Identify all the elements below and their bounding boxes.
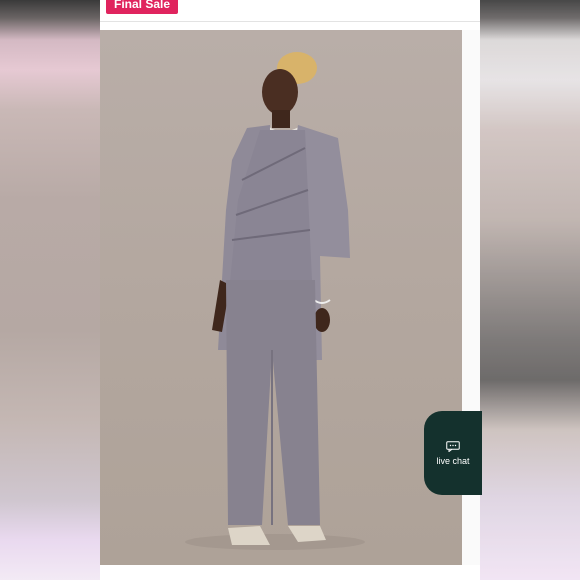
live-chat-button[interactable]: live chat [424, 411, 482, 495]
product-photo[interactable] [100, 30, 462, 565]
final-sale-badge: Final Sale [106, 0, 179, 14]
model-illustration [185, 52, 365, 550]
blurred-backdrop-right [480, 0, 580, 580]
chat-bubble-icon [446, 440, 460, 452]
live-chat-label: live chat [436, 455, 470, 466]
blurred-backdrop-left [0, 0, 100, 580]
product-card: Final Sale [100, 0, 480, 580]
product-header: Final Sale [100, 0, 480, 22]
